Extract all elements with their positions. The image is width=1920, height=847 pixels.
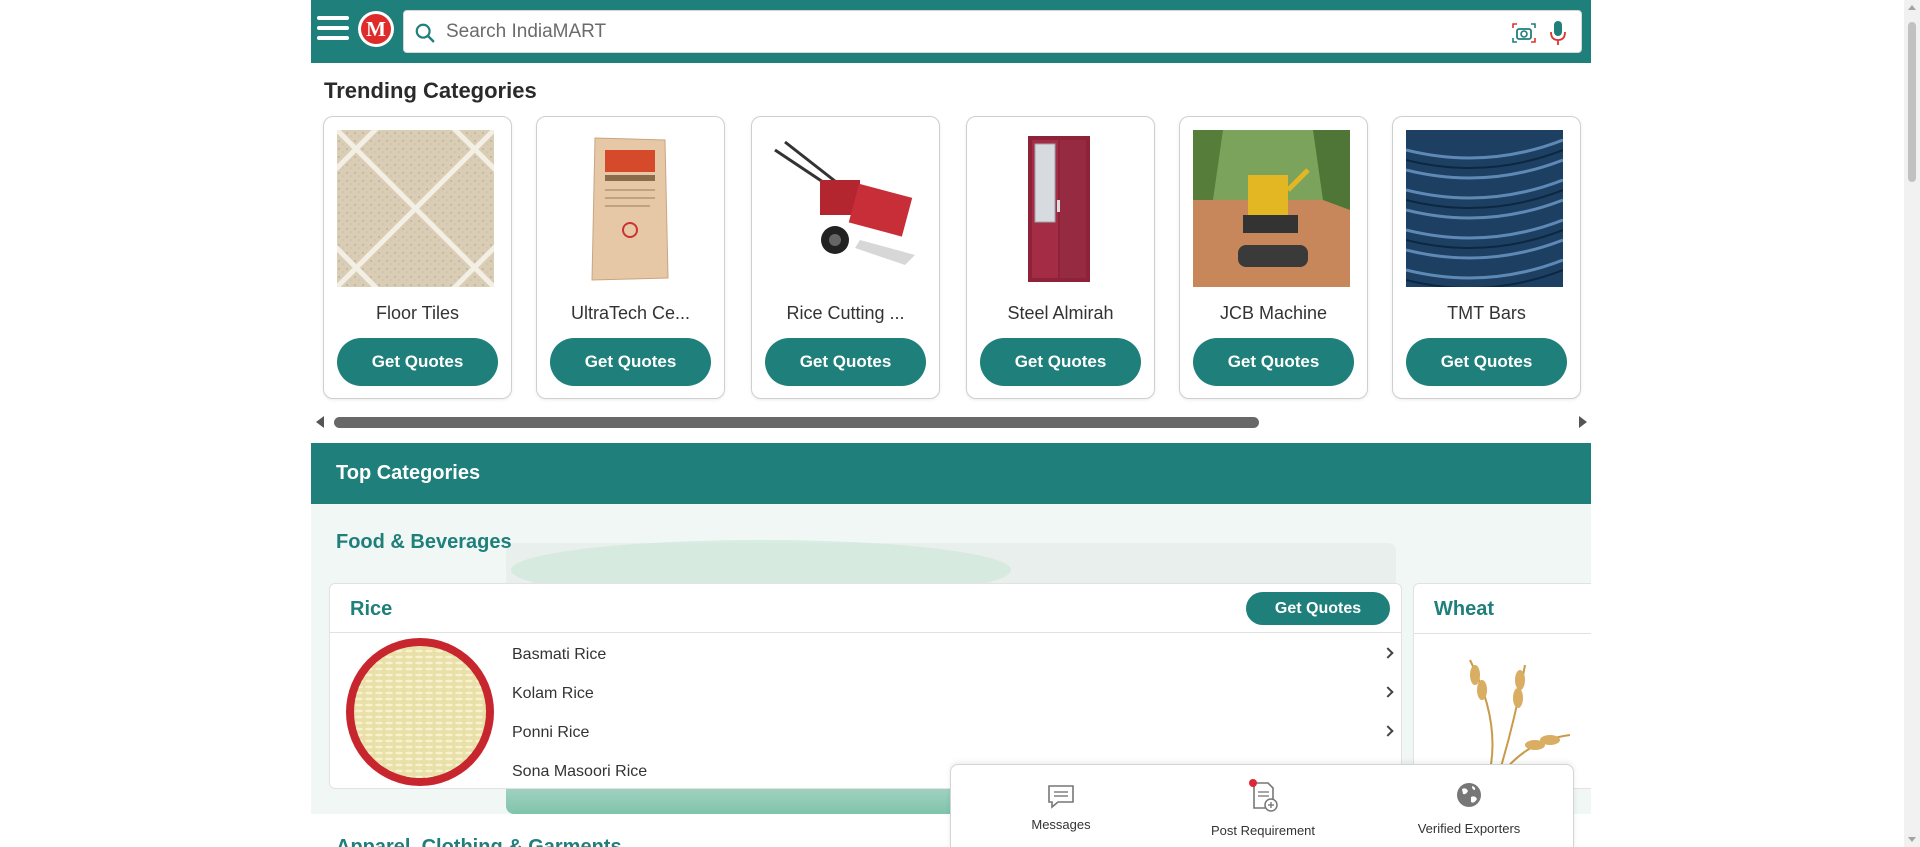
messages-tab[interactable]: Messages — [961, 765, 1161, 847]
get-quotes-button[interactable]: Get Quotes — [1193, 338, 1354, 386]
apparel-section-title[interactable]: Apparel, Clothing & Garments — [336, 836, 622, 847]
list-item[interactable]: Kolam Rice — [512, 675, 1394, 714]
camera-search-icon[interactable] — [1511, 21, 1537, 45]
post-requirement-icon — [1249, 779, 1278, 812]
list-item-label: Ponni Rice — [512, 724, 590, 741]
chevron-right-icon — [1382, 725, 1394, 737]
trending-card-name: Rice Cutting ... — [786, 303, 905, 323]
trending-card-name: TMT Bars — [1447, 303, 1526, 323]
trending-card-floor-tiles[interactable]: Floor Tiles Get Quotes — [323, 116, 512, 399]
tmt-bars-image — [1406, 130, 1563, 287]
hamburger-menu-icon[interactable] — [317, 16, 349, 44]
wheat-category-card: Wheat — [1413, 583, 1591, 789]
post-requirement-label: Post Requirement — [1210, 823, 1316, 838]
messages-icon — [1048, 785, 1074, 809]
search-input[interactable] — [446, 11, 1496, 52]
rice-card-header: Rice Get Quotes — [330, 584, 1401, 633]
page-vertical-scrollbar[interactable] — [1904, 0, 1920, 847]
verified-exporters-label: Verified Exporters — [1417, 821, 1521, 836]
cement-bag-image — [550, 130, 707, 287]
search-bar[interactable] — [403, 10, 1582, 53]
get-quotes-button[interactable]: Get Quotes — [980, 338, 1141, 386]
rice-title[interactable]: Rice — [350, 598, 392, 621]
verified-exporters-tab[interactable]: Verified Exporters — [1369, 765, 1569, 847]
trending-card-name: Floor Tiles — [375, 303, 460, 323]
get-quotes-button[interactable]: Get Quotes — [765, 338, 926, 386]
messages-label: Messages — [1031, 817, 1091, 832]
floor-tiles-image — [337, 130, 494, 287]
trending-horizontal-scrollbar[interactable] — [311, 412, 1591, 432]
trending-card-steel-almirah[interactable]: Steel Almirah Get Quotes — [966, 116, 1155, 399]
trending-card-jcb-machine[interactable]: JCB Machine Get Quotes — [1179, 116, 1368, 399]
scroll-up-arrow-icon[interactable] — [1908, 5, 1916, 10]
post-requirement-tab[interactable]: Post Requirement — [1163, 765, 1363, 847]
rice-get-quotes-button[interactable]: Get Quotes — [1246, 592, 1390, 625]
header-bar: M — [311, 0, 1591, 63]
logo-letter: M — [361, 14, 391, 44]
top-categories-header: Top Categories — [311, 443, 1591, 504]
wheat-title[interactable]: Wheat — [1434, 598, 1494, 621]
trending-carousel: Floor Tiles Get Quotes UltraTech Ce... G… — [323, 116, 1585, 400]
indiamart-logo[interactable]: M — [358, 11, 394, 47]
bottom-action-bar: Messages Post Requirement Verified Expor… — [950, 764, 1574, 847]
scroll-right-arrow-icon[interactable] — [1579, 416, 1587, 428]
jcb-machine-image — [1193, 130, 1350, 287]
page: M Trending Categories — [311, 0, 1591, 847]
globe-icon — [1457, 783, 1481, 807]
get-quotes-button[interactable]: Get Quotes — [1406, 338, 1567, 386]
chevron-right-icon — [1382, 647, 1394, 659]
list-item-label: Basmati Rice — [512, 646, 607, 663]
trending-card-rice-cutting[interactable]: Rice Cutting ... Get Quotes — [751, 116, 940, 399]
trending-card-name: JCB Machine — [1219, 303, 1328, 323]
rice-bowl-image[interactable] — [344, 636, 496, 788]
divider — [1414, 633, 1591, 634]
rice-category-card: Rice Get Quotes Basmati Rice Kolam Rice … — [329, 583, 1402, 789]
trending-card-ultratech-cement[interactable]: UltraTech Ce... Get Quotes — [536, 116, 725, 399]
get-quotes-button[interactable]: Get Quotes — [337, 338, 498, 386]
scrollbar-thumb[interactable] — [1908, 22, 1916, 182]
trending-card-name: UltraTech Ce... — [570, 303, 691, 323]
trending-card-tmt-bars[interactable]: TMT Bars Get Quotes — [1392, 116, 1581, 399]
chevron-right-icon — [1382, 686, 1394, 698]
microphone-icon[interactable] — [1549, 20, 1567, 46]
get-quotes-button[interactable]: Get Quotes — [550, 338, 711, 386]
list-item-label: Sona Masoori Rice — [512, 763, 648, 780]
list-item[interactable]: Ponni Rice — [512, 714, 1394, 753]
list-item[interactable]: Basmati Rice — [512, 636, 1394, 675]
trending-card-name: Steel Almirah — [1007, 303, 1114, 323]
food-beverages-title[interactable]: Food & Beverages — [336, 531, 512, 554]
rice-cutting-machine-image — [765, 130, 922, 287]
list-item-label: Kolam Rice — [512, 685, 594, 702]
scroll-down-arrow-icon[interactable] — [1908, 837, 1916, 842]
scrollbar-thumb[interactable] — [334, 417, 1259, 428]
search-icon — [415, 23, 435, 43]
steel-almirah-image — [980, 130, 1137, 287]
trending-title: Trending Categories — [324, 78, 537, 103]
scroll-left-arrow-icon[interactable] — [316, 416, 324, 428]
top-categories-title: Top Categories — [336, 462, 481, 484]
